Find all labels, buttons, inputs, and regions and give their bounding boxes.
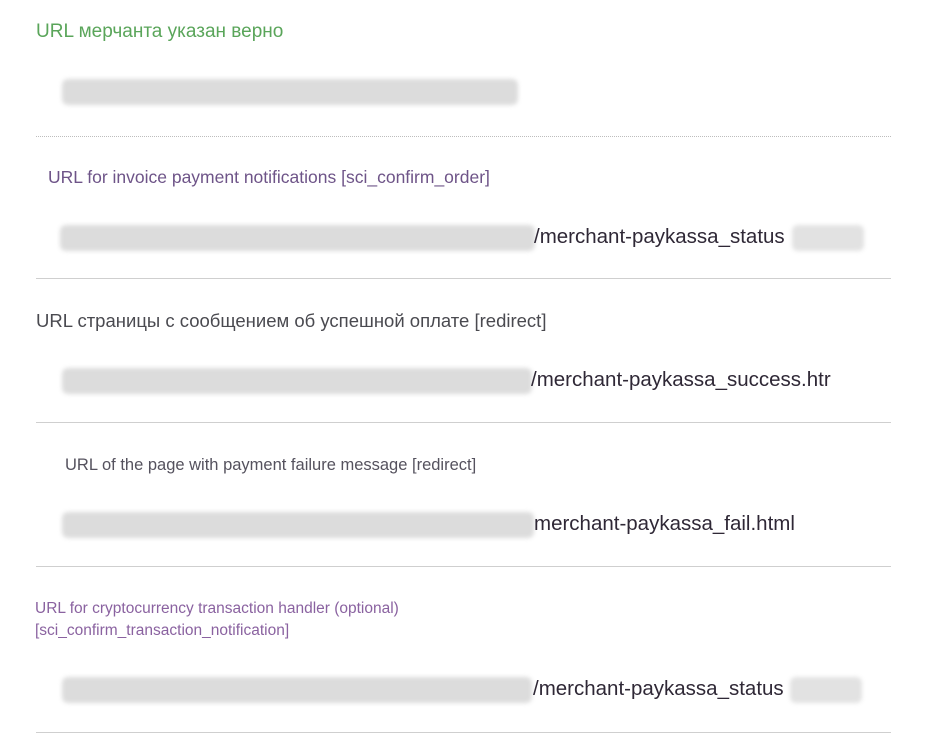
crypto-handler-url-label: URL for cryptocurrency transaction handl…: [35, 598, 399, 642]
crypto-handler-url-path[interactable]: /merchant-paykassa_status: [533, 677, 784, 701]
redacted-domain: [62, 677, 532, 703]
invoice-notification-url-label: URL for invoice payment notifications [s…: [48, 167, 490, 187]
redacted-domain: [62, 512, 534, 538]
redacted-merchant-url: [62, 79, 518, 105]
crypto-handler-url-label-line1: URL for cryptocurrency transaction handl…: [35, 600, 399, 617]
merchant-url-status: URL мерчанта указан верно: [36, 21, 284, 42]
invoice-notification-url-path[interactable]: /merchant-paykassa_status: [534, 225, 785, 249]
redacted-domain: [60, 225, 535, 251]
divider: [36, 422, 891, 423]
redacted-suffix: [790, 677, 862, 703]
redacted-suffix: [792, 225, 864, 251]
failure-page-url-label: URL of the page with payment failure mes…: [65, 456, 477, 474]
success-page-url-label: URL страницы с сообщением об успешной оп…: [36, 310, 547, 331]
divider: [36, 136, 891, 137]
divider: [36, 278, 891, 279]
redacted-domain: [62, 368, 532, 394]
divider: [36, 566, 891, 567]
failure-page-url-path[interactable]: merchant-paykassa_fail.html: [534, 512, 795, 536]
success-page-url-path[interactable]: /merchant-paykassa_success.htr: [531, 368, 831, 392]
divider: [36, 732, 891, 733]
crypto-handler-url-label-line2: [sci_confirm_transaction_notification]: [35, 622, 290, 639]
